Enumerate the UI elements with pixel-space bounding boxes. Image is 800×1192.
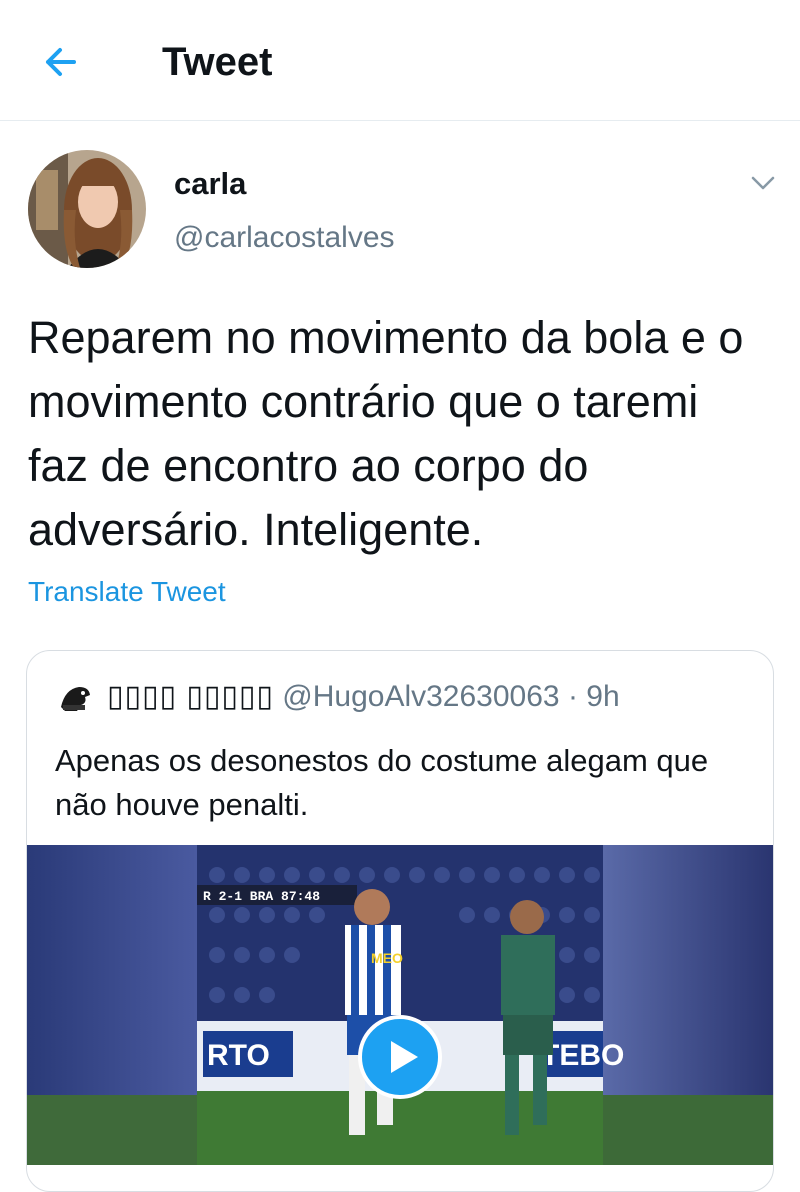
translate-tweet-link[interactable]: Translate Tweet <box>28 574 226 610</box>
svg-text:TEBO: TEBO <box>541 1039 624 1072</box>
play-icon[interactable] <box>358 1015 442 1099</box>
quoted-tweet-text: Apenas os desonestos do costume alegam q… <box>55 743 709 822</box>
page-title: Tweet <box>162 40 273 84</box>
svg-text:R 2-1 BRA 87:48: R 2-1 BRA 87:48 <box>203 889 320 904</box>
tweet-text: Reparem no movimento da bola e o movimen… <box>28 312 744 555</box>
quoted-separator: · <box>567 680 578 713</box>
author-handle[interactable]: @carlacostalves <box>174 220 395 256</box>
svg-text:MEO: MEO <box>371 950 403 966</box>
quoted-header: ▯▯▯▯ ▯▯▯▯▯ @HugoAlv32630063 · 9h <box>107 677 620 717</box>
top-bar: Tweet <box>0 0 800 121</box>
arrow-left-icon[interactable] <box>40 40 84 84</box>
quoted-display-name: ▯▯▯▯ ▯▯▯▯▯ <box>107 680 274 713</box>
quoted-tweet-card[interactable]: ▯▯▯▯ ▯▯▯▯▯ @HugoAlv32630063 · 9h Apenas … <box>26 650 774 1192</box>
video-frame: RTO TEBO R 2-1 BRA 87:48 MEO <box>27 845 773 1165</box>
quoted-time: 9h <box>586 680 620 713</box>
avatar[interactable] <box>28 150 146 268</box>
quoted-avatar <box>61 687 90 711</box>
quoted-handle: @HugoAlv32630063 <box>282 680 560 713</box>
svg-text:RTO: RTO <box>207 1039 270 1072</box>
chevron-down-icon[interactable] <box>748 168 778 198</box>
author-display-name[interactable]: carla <box>174 166 246 202</box>
video-thumbnail[interactable]: RTO TEBO R 2-1 BRA 87:48 MEO <box>27 845 773 1165</box>
